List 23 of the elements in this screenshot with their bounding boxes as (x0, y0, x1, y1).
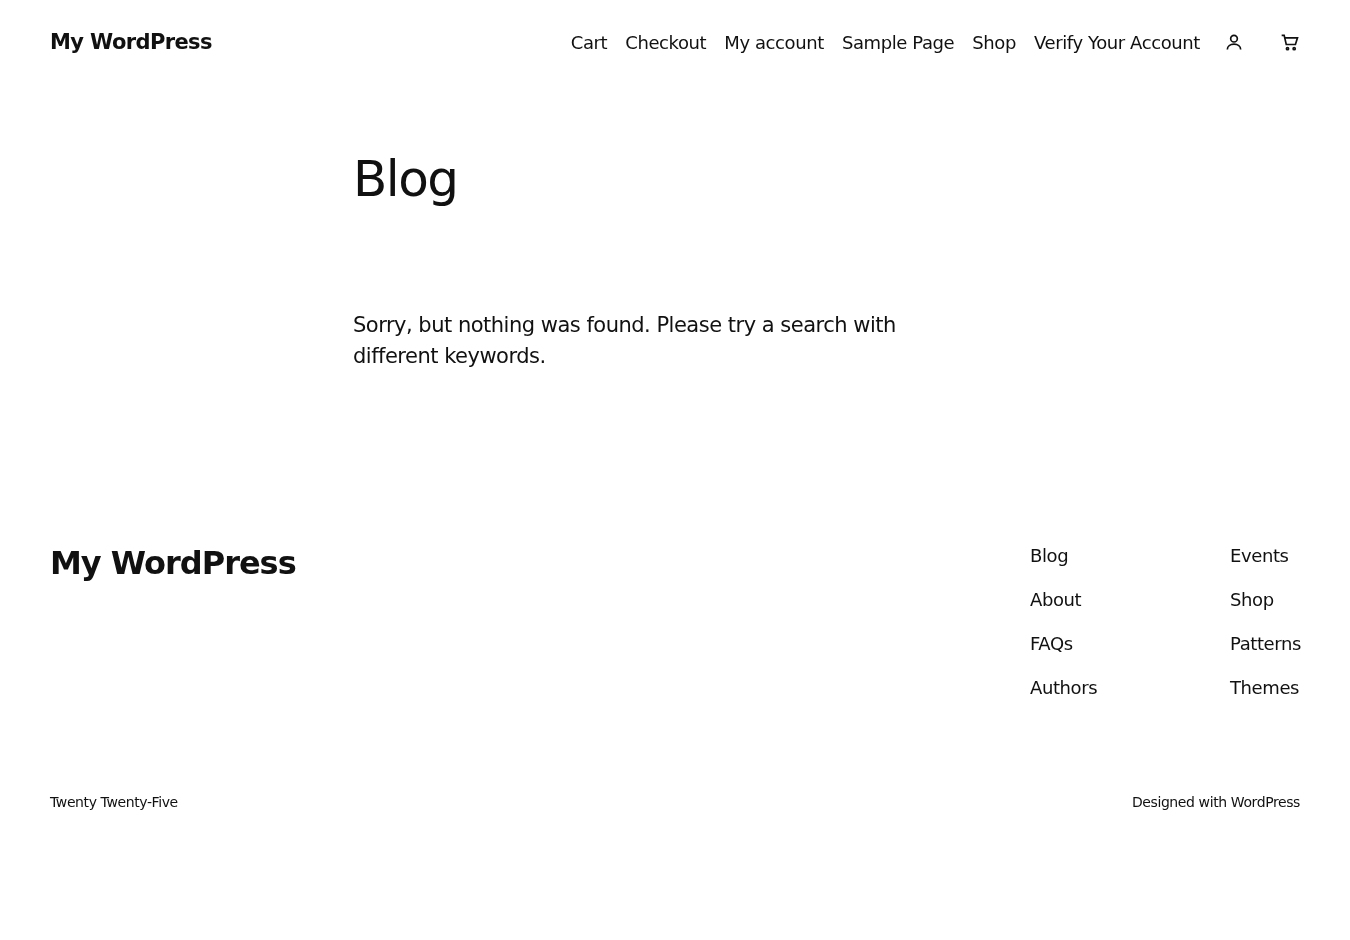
footer-link[interactable]: Patterns (1230, 632, 1300, 656)
wordpress-link[interactable]: WordPress (1230, 794, 1300, 810)
footer-site-title[interactable]: My WordPress (50, 544, 296, 582)
footer-link[interactable]: Events (1230, 544, 1300, 568)
footer-link[interactable]: Themes (1230, 676, 1300, 700)
footer-link[interactable]: Authors (1030, 676, 1130, 700)
footer-link[interactable]: FAQs (1030, 632, 1130, 656)
site-title[interactable]: My WordPress (50, 30, 212, 54)
account-icon[interactable] (1224, 32, 1244, 52)
footer-link[interactable]: Blog (1030, 544, 1130, 568)
footer-link[interactable]: Shop (1230, 588, 1300, 612)
nav-link[interactable]: Shop (972, 31, 1016, 53)
nav-link[interactable]: Cart (570, 31, 608, 53)
nav-link[interactable]: My account (724, 31, 824, 53)
cart-icon[interactable] (1280, 32, 1300, 52)
theme-name: Twenty Twenty-Five (50, 794, 178, 810)
nav-link[interactable]: Sample Page (841, 31, 955, 53)
no-results-message: Sorry, but nothing was found. Please try a search with different keywords. (353, 312, 897, 370)
credit-text: Designed with WordPress (1131, 794, 1300, 810)
page-title: Blog (353, 150, 459, 208)
nav-link[interactable]: Verify Your Account (1034, 31, 1200, 53)
footer-link[interactable]: About (1030, 588, 1130, 612)
nav-link[interactable]: Checkout (625, 31, 707, 53)
